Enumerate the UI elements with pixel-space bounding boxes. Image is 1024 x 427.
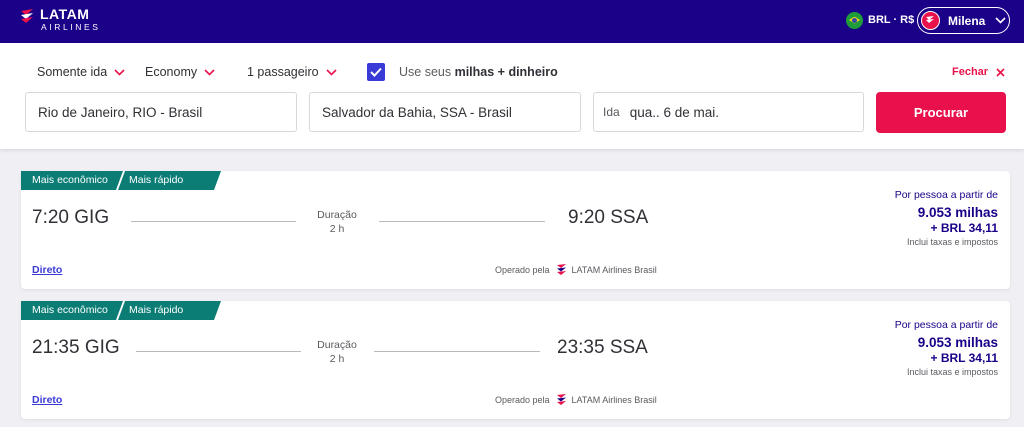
origin-field[interactable]: Rio de Janeiro, RIO - Brasil bbox=[25, 92, 297, 132]
destination-field[interactable]: Salvador da Bahia, SSA - Brasil bbox=[309, 92, 581, 132]
avatar bbox=[921, 11, 940, 30]
tag-fastest: Mais rápido bbox=[129, 174, 184, 186]
price-cash: + BRL 34,11 bbox=[930, 351, 999, 365]
latam-mini-logo-icon bbox=[556, 264, 566, 275]
stops-link[interactable]: Direto bbox=[32, 394, 62, 406]
trip-type-label: Somente ida bbox=[37, 65, 108, 79]
chevron-down-icon bbox=[204, 68, 215, 76]
latam-logo[interactable]: LATAM AIRLINES bbox=[20, 6, 110, 36]
search-button[interactable]: Procurar bbox=[876, 92, 1006, 133]
latam-avatar-icon bbox=[926, 15, 934, 23]
close-search-button[interactable]: Fechar bbox=[952, 66, 1005, 78]
close-label: Fechar bbox=[952, 66, 989, 78]
duration-value: 2 h bbox=[329, 223, 345, 235]
passengers-select[interactable]: 1 passageiro bbox=[247, 65, 337, 79]
duration-label: Duração bbox=[317, 339, 357, 351]
price-miles: 9.053 milhas bbox=[917, 335, 998, 350]
date-value: qua.. 6 de mai. bbox=[629, 104, 719, 120]
price-heading: Por pessoa a partir de bbox=[894, 319, 998, 331]
duration-label: Duração bbox=[317, 209, 357, 221]
stops-link[interactable]: Direto bbox=[32, 264, 62, 276]
miles-checkbox[interactable] bbox=[367, 63, 385, 81]
brand-name: LATAM bbox=[40, 6, 90, 22]
price-cash: + BRL 34,11 bbox=[930, 221, 999, 235]
price-note: Inclui taxas e impostos bbox=[906, 367, 998, 377]
miles-label-bold: milhas + dinheiro bbox=[454, 65, 558, 79]
flight-card[interactable]: Mais econômico Mais rápido 21:35 GIG Dur… bbox=[21, 301, 1010, 419]
origin-value: Rio de Janeiro, RIO - Brasil bbox=[38, 104, 203, 120]
route-line bbox=[379, 221, 545, 222]
tag-cheapest: Mais econômico bbox=[32, 304, 108, 316]
currency-label: BRL · R$ bbox=[868, 14, 915, 26]
cabin-label: Economy bbox=[145, 65, 198, 79]
route-line bbox=[136, 351, 301, 352]
operated-by: Operado pela LATAM Airlines Brasil bbox=[495, 264, 657, 275]
flight-card[interactable]: Mais econômico Mais rápido 7:20 GIG Dura… bbox=[21, 171, 1010, 289]
arrival-time: 23:35 SSA bbox=[557, 337, 648, 358]
miles-label-prefix: Use seus bbox=[399, 65, 452, 79]
close-icon bbox=[996, 67, 1005, 77]
trip-type-select[interactable]: Somente ida bbox=[37, 65, 125, 79]
tag-cheapest: Mais econômico bbox=[32, 174, 108, 186]
operated-prefix: Operado pela bbox=[495, 394, 550, 405]
tag-fastest: Mais rápido bbox=[129, 304, 184, 316]
arrival-time: 9:20 SSA bbox=[568, 207, 649, 228]
price-heading: Por pessoa a partir de bbox=[894, 189, 998, 201]
search-panel: Somente ida Economy 1 passageiro Use seu… bbox=[0, 43, 1024, 149]
currency-selector[interactable]: BRL · R$ bbox=[846, 10, 914, 30]
chevron-down-icon bbox=[326, 68, 337, 76]
destination-value: Salvador da Bahia, SSA - Brasil bbox=[322, 104, 512, 120]
price-miles: 9.053 milhas bbox=[917, 205, 998, 220]
user-menu-button[interactable]: Milena bbox=[917, 7, 1010, 34]
departure-time: 21:35 GIG bbox=[32, 337, 120, 358]
latam-mini-logo-icon bbox=[556, 394, 566, 405]
top-bar: LATAM AIRLINES BRL · R$ Milena bbox=[0, 0, 1024, 43]
date-field[interactable]: Ida qua.. 6 de mai. bbox=[593, 92, 864, 132]
operator-name: LATAM Airlines Brasil bbox=[571, 264, 657, 275]
checkmark-icon bbox=[370, 67, 382, 77]
latam-logo-icon bbox=[21, 9, 33, 23]
route-line bbox=[131, 221, 296, 222]
operated-by: Operado pela LATAM Airlines Brasil bbox=[495, 394, 657, 405]
price-note: Inclui taxas e impostos bbox=[906, 237, 998, 247]
duration: Duração 2 h bbox=[307, 338, 367, 366]
miles-checkbox-label[interactable]: Use seus milhas + dinheiro bbox=[399, 65, 558, 79]
brand-sub: AIRLINES bbox=[41, 22, 101, 32]
route-line bbox=[374, 351, 540, 352]
operator-name: LATAM Airlines Brasil bbox=[571, 394, 657, 405]
operated-prefix: Operado pela bbox=[495, 264, 550, 275]
brazil-flag-icon bbox=[846, 11, 863, 29]
date-prefix: Ida bbox=[603, 105, 620, 119]
user-name: Milena bbox=[948, 13, 986, 28]
passengers-label: 1 passageiro bbox=[247, 65, 319, 79]
chevron-down-icon bbox=[114, 68, 125, 76]
duration: Duração 2 h bbox=[307, 208, 367, 236]
chevron-down-icon bbox=[995, 17, 1006, 24]
departure-time: 7:20 GIG bbox=[32, 207, 110, 228]
duration-value: 2 h bbox=[329, 353, 345, 365]
search-button-label: Procurar bbox=[913, 105, 969, 120]
cabin-select[interactable]: Economy bbox=[145, 65, 215, 79]
